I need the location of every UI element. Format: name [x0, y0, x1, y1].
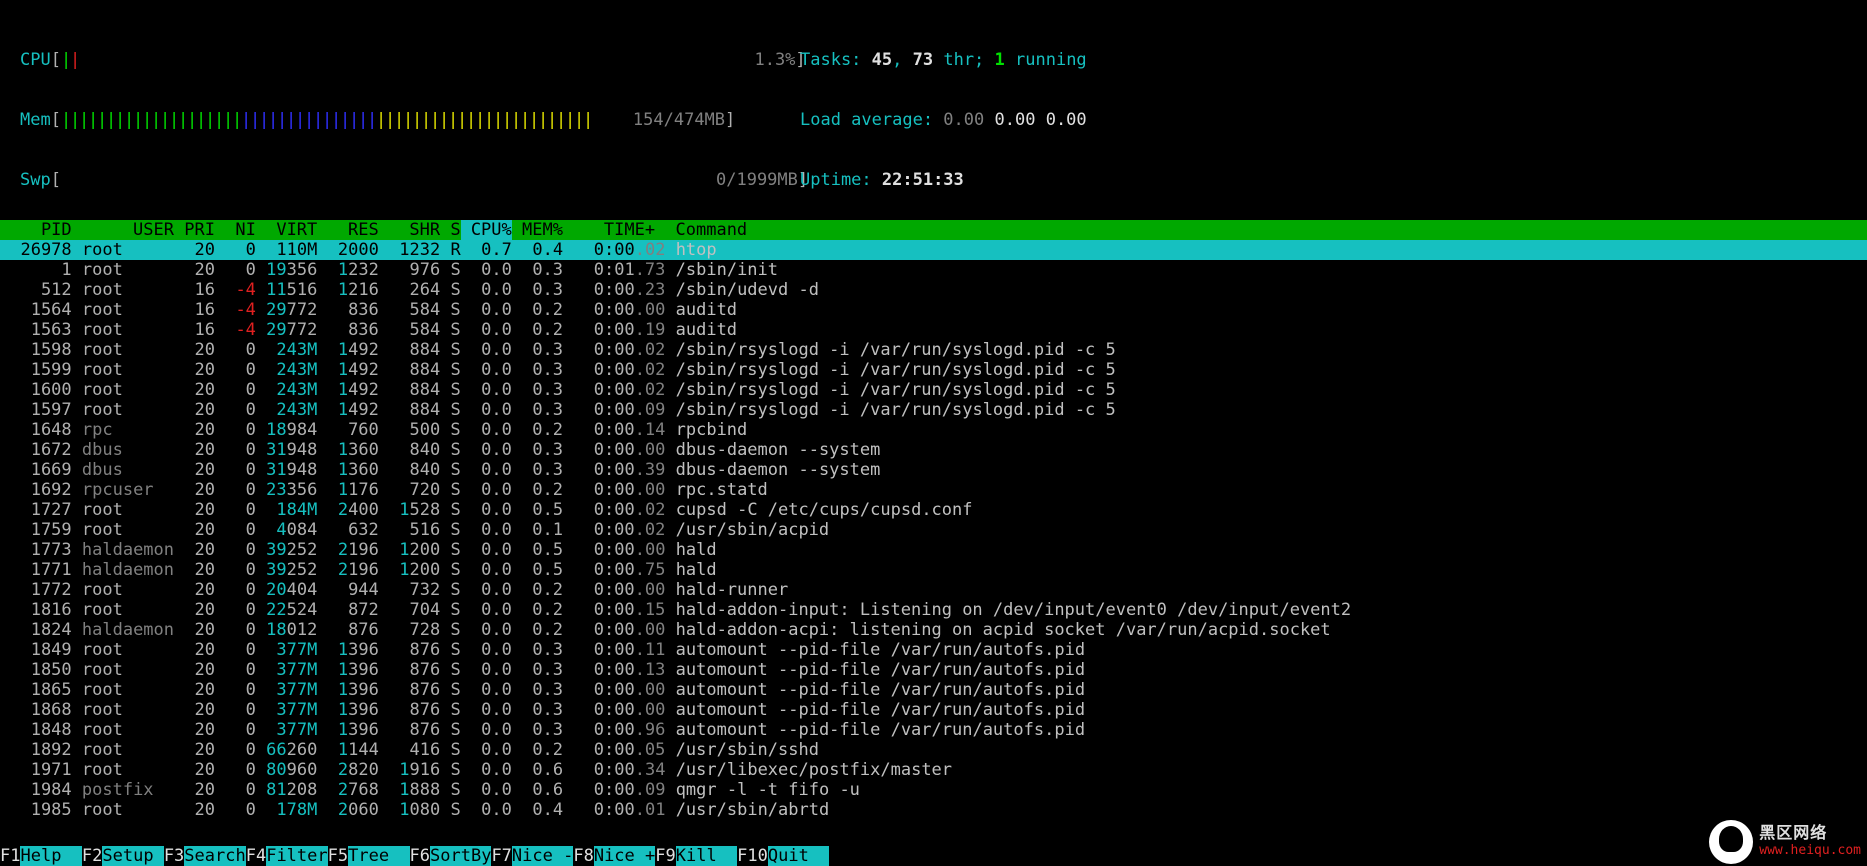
- fkey: F6: [410, 846, 430, 866]
- fkey-label[interactable]: Kill: [676, 846, 737, 866]
- process-row[interactable]: 1598 root 20 0 243M 1492 884 S 0.0 0.3 0…: [0, 340, 1867, 360]
- fkey: F10: [737, 846, 768, 866]
- process-row[interactable]: 1984 postfix 20 0 81208 2768 1888 S 0.0 …: [0, 780, 1867, 800]
- process-row[interactable]: 1865 root 20 0 377M 1396 876 S 0.0 0.3 0…: [0, 680, 1867, 700]
- process-row[interactable]: 1599 root 20 0 243M 1492 884 S 0.0 0.3 0…: [0, 360, 1867, 380]
- mem-meter: Mem[||||||||||||||||||||||||||||||||||||…: [20, 110, 1867, 130]
- fkey-label[interactable]: Search: [184, 846, 245, 866]
- process-row[interactable]: 1564 root 16 -4 29772 836 584 S 0.0 0.2 …: [0, 300, 1867, 320]
- fkey-label[interactable]: Tree: [348, 846, 409, 866]
- process-row[interactable]: 1771 haldaemon 20 0 39252 2196 1200 S 0.…: [0, 560, 1867, 580]
- cpu-meter: CPU[|| 1.3%]Tasks: 45, 73 thr; 1 running: [20, 50, 1867, 70]
- process-row[interactable]: 1848 root 20 0 377M 1396 876 S 0.0 0.3 0…: [0, 720, 1867, 740]
- process-row[interactable]: 1727 root 20 0 184M 2400 1528 S 0.0 0.5 …: [0, 500, 1867, 520]
- fkey-label[interactable]: Quit: [768, 846, 829, 866]
- fkey-label[interactable]: Nice +: [594, 846, 655, 866]
- process-row[interactable]: 1971 root 20 0 80960 2820 1916 S 0.0 0.6…: [0, 760, 1867, 780]
- process-row[interactable]: 1648 rpc 20 0 18984 760 500 S 0.0 0.2 0:…: [0, 420, 1867, 440]
- function-key-bar[interactable]: F1Help F2Setup F3SearchF4FilterF5Tree F6…: [0, 846, 1867, 866]
- fkey-label[interactable]: Nice -: [512, 846, 573, 866]
- fkey: F8: [573, 846, 593, 866]
- process-row[interactable]: 1985 root 20 0 178M 2060 1080 S 0.0 0.4 …: [0, 800, 1867, 820]
- fkey: F3: [164, 846, 184, 866]
- fkey: F9: [655, 846, 675, 866]
- fkey: F4: [246, 846, 266, 866]
- process-row[interactable]: 1597 root 20 0 243M 1492 884 S 0.0 0.3 0…: [0, 400, 1867, 420]
- header-meters: CPU[|| 1.3%]Tasks: 45, 73 thr; 1 running…: [0, 0, 1867, 210]
- process-row[interactable]: 1759 root 20 0 4084 632 516 S 0.0 0.1 0:…: [0, 520, 1867, 540]
- fkey: F1: [0, 846, 20, 866]
- process-row[interactable]: 1868 root 20 0 377M 1396 876 S 0.0 0.3 0…: [0, 700, 1867, 720]
- process-row[interactable]: 1850 root 20 0 377M 1396 876 S 0.0 0.3 0…: [0, 660, 1867, 680]
- fkey-label[interactable]: SortBy: [430, 846, 491, 866]
- process-row[interactable]: 1772 root 20 0 20404 944 732 S 0.0 0.2 0…: [0, 580, 1867, 600]
- swp-meter: Swp[ 0/1999MB]Uptime: 22:51:33: [20, 170, 1867, 190]
- fkey: F7: [491, 846, 511, 866]
- process-row[interactable]: 1692 rpcuser 20 0 23356 1176 720 S 0.0 0…: [0, 480, 1867, 500]
- process-row[interactable]: 1 root 20 0 19356 1232 976 S 0.0 0.3 0:0…: [0, 260, 1867, 280]
- process-list[interactable]: 26978 root 20 0 110M 2000 1232 R 0.7 0.4…: [0, 240, 1867, 820]
- process-row[interactable]: 1892 root 20 0 66260 1144 416 S 0.0 0.2 …: [0, 740, 1867, 760]
- process-row[interactable]: 1773 haldaemon 20 0 39252 2196 1200 S 0.…: [0, 540, 1867, 560]
- process-row[interactable]: 512 root 16 -4 11516 1216 264 S 0.0 0.3 …: [0, 280, 1867, 300]
- process-row[interactable]: 1824 haldaemon 20 0 18012 876 728 S 0.0 …: [0, 620, 1867, 640]
- watermark-title: 黑区网络: [1759, 824, 1861, 842]
- process-row[interactable]: 1672 dbus 20 0 31948 1360 840 S 0.0 0.3 …: [0, 440, 1867, 460]
- fkey: F5: [328, 846, 348, 866]
- process-row[interactable]: 1849 root 20 0 377M 1396 876 S 0.0 0.3 0…: [0, 640, 1867, 660]
- fkey-label[interactable]: Help: [20, 846, 81, 866]
- process-row[interactable]: 26978 root 20 0 110M 2000 1232 R 0.7 0.4…: [0, 240, 1867, 260]
- fkey: F2: [82, 846, 102, 866]
- process-row[interactable]: 1563 root 16 -4 29772 836 584 S 0.0 0.2 …: [0, 320, 1867, 340]
- fkey-label[interactable]: Filter: [266, 846, 327, 866]
- column-header[interactable]: PID USER PRI NI VIRT RES SHR S CPU% MEM%…: [0, 220, 1867, 240]
- process-row[interactable]: 1816 root 20 0 22524 872 704 S 0.0 0.2 0…: [0, 600, 1867, 620]
- fkey-label[interactable]: Setup: [102, 846, 163, 866]
- process-row[interactable]: 1600 root 20 0 243M 1492 884 S 0.0 0.3 0…: [0, 380, 1867, 400]
- process-row[interactable]: 1669 dbus 20 0 31948 1360 840 S 0.0 0.3 …: [0, 460, 1867, 480]
